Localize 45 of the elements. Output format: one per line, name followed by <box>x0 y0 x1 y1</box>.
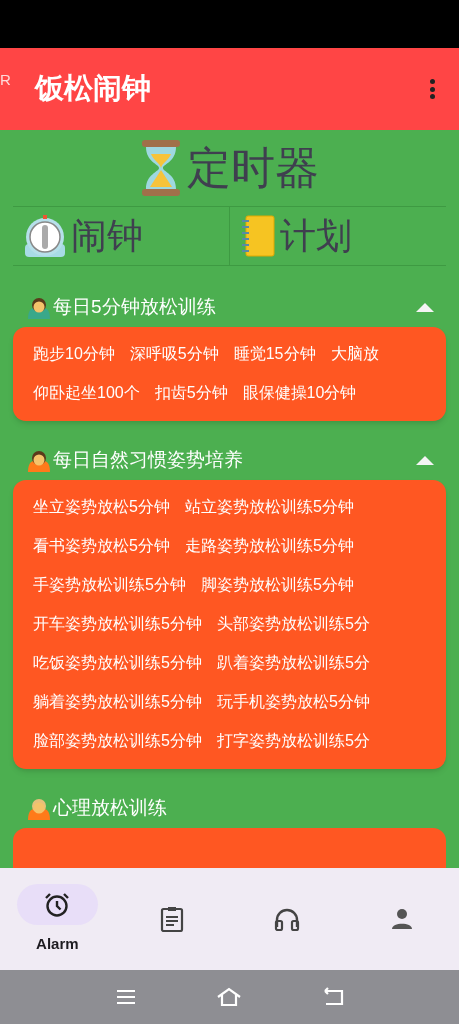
collapse-caret-icon[interactable] <box>416 455 434 465</box>
exercise-item[interactable]: 眼保健操10分钟 <box>242 380 357 405</box>
nav-tab[interactable]: Alarm <box>0 868 115 970</box>
exercise-item[interactable]: 走路姿势放松训练5分钟 <box>184 533 354 558</box>
section-title: 每日5分钟放松训练 <box>53 294 216 319</box>
app-title: 饭松闹钟 <box>35 71 151 107</box>
app-bar-text: R <box>0 72 11 87</box>
section-title: 心理放松训练 <box>53 795 167 820</box>
notebook-icon <box>240 214 276 257</box>
exercise-item[interactable]: 手姿势放松训练5分钟 <box>33 572 186 597</box>
collapse-caret-icon[interactable] <box>416 302 434 312</box>
exercise-item[interactable]: 趴着姿势放松训练5分 <box>216 650 370 675</box>
exercise-item[interactable]: 仰卧起坐100个 <box>33 380 140 405</box>
page-title: 定时器 <box>186 141 319 194</box>
alarm-clock-icon <box>44 891 71 918</box>
exercise-item[interactable]: 吃饭姿势放松训练5分钟 <box>33 650 202 675</box>
person-icon <box>390 907 413 930</box>
person-gesture-icon <box>27 448 51 472</box>
exercise-item[interactable]: 扣齿5分钟 <box>154 380 228 405</box>
exercise-item[interactable]: 站立姿势放松训练5分钟 <box>184 494 354 519</box>
exercise-item[interactable]: 玩手机姿势放松5分钟 <box>216 689 370 714</box>
hourglass-icon <box>140 139 181 196</box>
exercise-item[interactable]: 脸部姿势放松训练5分钟 <box>33 728 202 753</box>
section-title: 每日自然习惯姿势培养 <box>53 447 243 472</box>
exercise-item[interactable]: 打字姿势放松训练5分 <box>216 728 370 753</box>
exercise-item[interactable]: 躺着姿势放松训练5分钟 <box>33 689 202 714</box>
person-gesture-icon <box>27 796 51 820</box>
back-icon[interactable] <box>321 987 344 1007</box>
exercise-item[interactable]: 看书姿势放松5分钟 <box>33 533 170 558</box>
exercise-item[interactable]: 开车姿势放松训练5分钟 <box>33 611 202 636</box>
exercise-item[interactable]: 睡觉15分钟 <box>233 341 316 366</box>
exercise-item[interactable]: 脚姿势放松训练5分钟 <box>200 572 354 597</box>
headphones-icon <box>273 906 300 931</box>
exercise-item[interactable]: 深呼吸5分钟 <box>129 341 219 366</box>
person-gesture-icon <box>27 295 51 319</box>
exercise-item[interactable]: 坐立姿势放松5分钟 <box>33 494 170 519</box>
menu-icon[interactable] <box>115 989 136 1005</box>
tab[interactable]: 闹钟 <box>13 206 229 265</box>
clipboard-icon <box>160 905 185 932</box>
stopwatch-icon <box>23 213 67 258</box>
exercise-item[interactable]: 跑步10分钟 <box>33 341 115 366</box>
exercise-item[interactable]: 头部姿势放松训练5分 <box>216 611 370 636</box>
exercise-item[interactable]: 大脑放 <box>330 341 379 366</box>
home-icon[interactable] <box>215 987 242 1007</box>
tab[interactable]: 计划 <box>229 206 446 265</box>
